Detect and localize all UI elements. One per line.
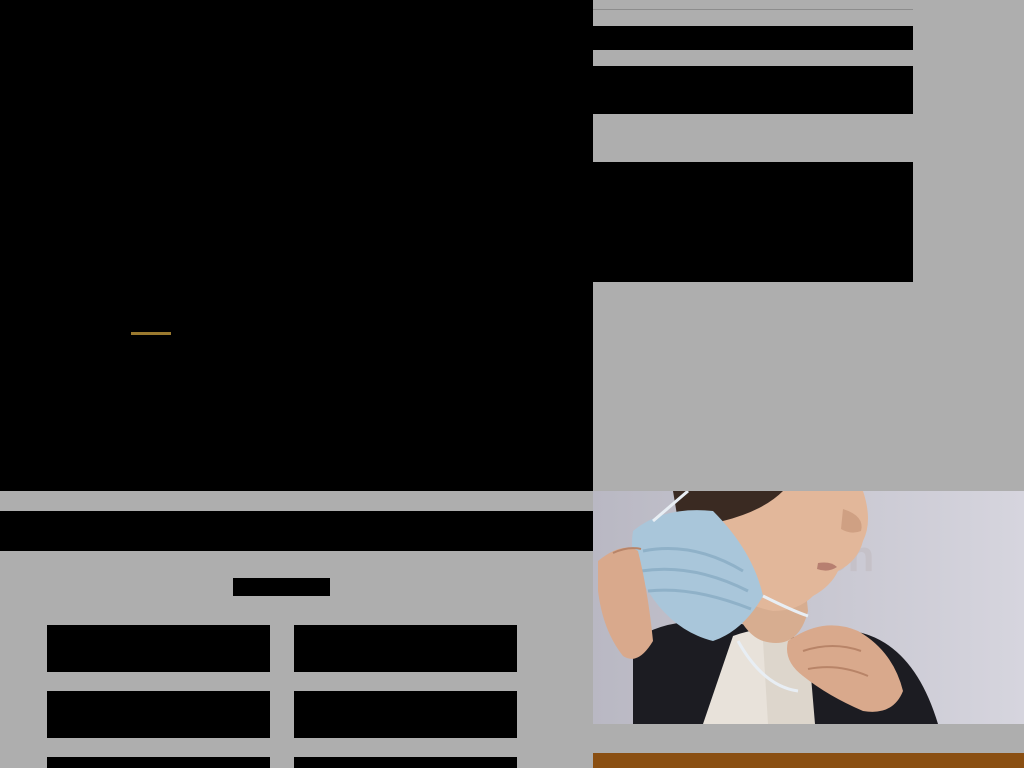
section-label — [233, 578, 330, 596]
link-tile-2[interactable] — [294, 625, 517, 672]
hero-panel — [0, 0, 593, 491]
sidebar-line-2 — [593, 66, 913, 114]
divider — [593, 9, 913, 10]
link-tile-1[interactable] — [47, 625, 270, 672]
article-photo: ch — [593, 491, 1024, 724]
section-banner — [0, 511, 593, 551]
link-tile-3[interactable] — [47, 691, 270, 738]
sidebar-block — [593, 162, 913, 282]
page: ch — [0, 0, 1024, 768]
sidebar-line-1 — [593, 26, 913, 50]
link-tile-4[interactable] — [294, 691, 517, 738]
link-tile-6[interactable] — [294, 757, 517, 768]
footer-accent-strip — [593, 753, 1024, 768]
link-tile-5[interactable] — [47, 757, 270, 768]
hero-accent-line — [131, 332, 171, 335]
